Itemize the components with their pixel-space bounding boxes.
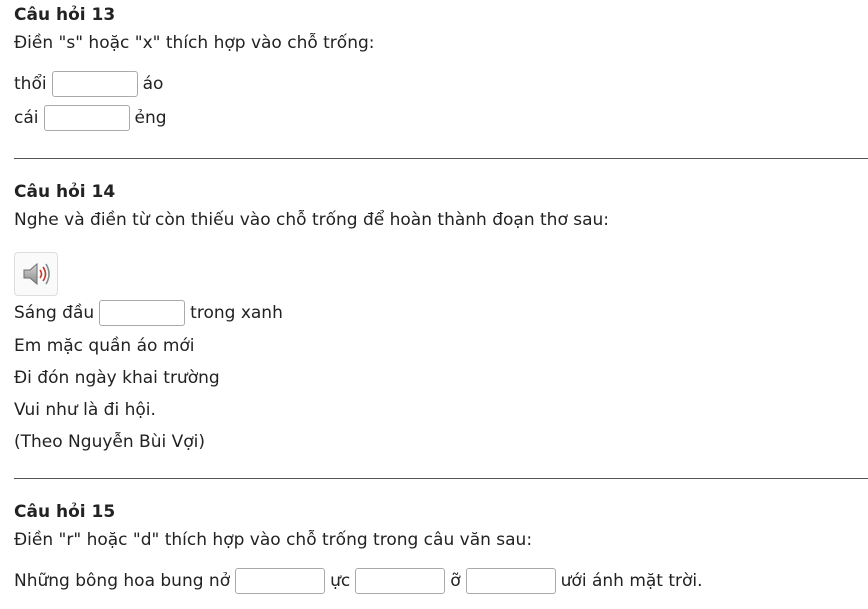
answer-input-3[interactable] [99,300,186,326]
sentence-text: Những bông hoa bung nở [14,571,231,591]
poem-line-3: Đi đón ngày khai trường [14,368,220,388]
question-prompt: Nghe và điền từ còn thiếu vào chỗ trống … [14,210,610,230]
speaker-icon [23,262,50,286]
divider [14,158,868,159]
question-title: Câu hỏi 15 [14,502,116,522]
question-13: Câu hỏi 13 Điền "s" hoặc "x" thích hợp v… [14,5,868,133]
sentence-row: Những bông hoa bung nở ực ỡ ưới ánh mặt … [14,566,868,596]
answer-input-2[interactable] [43,105,130,131]
poem-text: Sáng đầu [14,303,95,323]
word-before: thổi [14,74,47,94]
poem-line-1: Sáng đầu trong xanh [14,298,868,328]
sentence-text: ực [330,571,351,591]
poem-text: trong xanh [190,303,283,323]
sentence-text: ưới ánh mặt trời. [560,571,703,591]
fill-row-1: thổi áo [14,69,868,99]
word-after: áo [142,74,164,94]
answer-input-6[interactable] [465,568,556,594]
answer-input-1[interactable] [51,71,138,97]
divider [14,478,868,479]
poem-source: (Theo Nguyễn Bùi Vợi) [14,432,205,452]
fill-row-2: cái ẻng [14,103,868,133]
question-15: Câu hỏi 15 Điền "r" hoặc "d" thích hợp v… [14,502,868,596]
question-prompt: Điền "r" hoặc "d" thích hợp vào chỗ trốn… [14,530,533,550]
word-after: ẻng [134,108,167,128]
answer-input-4[interactable] [235,568,326,594]
audio-play-button[interactable] [14,252,58,296]
poem-line-4: Vui như là đi hội. [14,400,156,420]
question-title: Câu hỏi 14 [14,182,116,202]
poem-line-2: Em mặc quần áo mới [14,336,195,356]
answer-input-5[interactable] [355,568,446,594]
question-prompt: Điền "s" hoặc "x" thích hợp vào chỗ trốn… [14,33,375,53]
question-title: Câu hỏi 13 [14,5,116,25]
word-before: cái [14,108,39,128]
question-14: Câu hỏi 14 Nghe và điền từ còn thiếu vào… [14,182,868,458]
sentence-text: ỡ [450,571,461,591]
